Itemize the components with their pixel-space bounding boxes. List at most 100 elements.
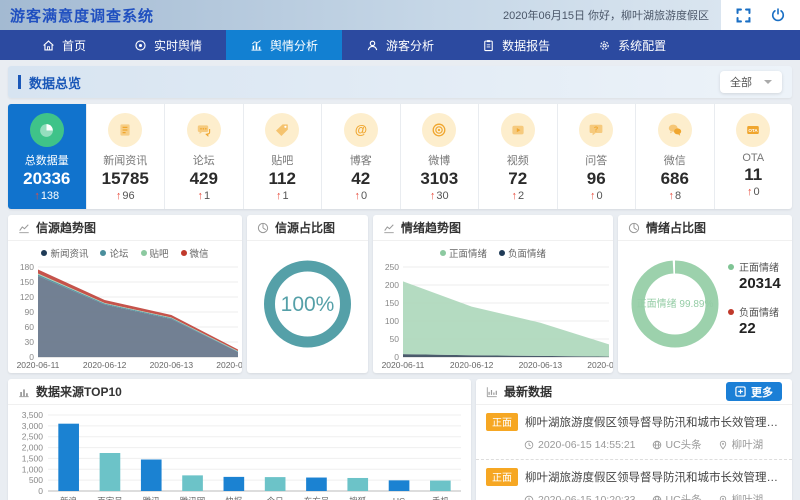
source-trend-chart: 03060901201501802020-06-112020-06-122020… — [8, 259, 242, 371]
ota-icon: OTA — [736, 113, 770, 147]
legend-label: 论坛 — [109, 246, 128, 260]
legend-dot-icon — [728, 264, 734, 270]
filter-value: 全部 — [730, 74, 752, 90]
nav-item-realtime[interactable]: 实时舆情 — [110, 30, 226, 60]
top10-chart: 05001,0001,5002,0002,5003,0003,500新浪微博百家… — [8, 405, 471, 500]
stat-delta: ↑0 — [590, 190, 603, 202]
filter-dropdown[interactable]: 全部 — [720, 71, 782, 93]
stat-delta: ↑8 — [668, 190, 681, 202]
globe-icon — [652, 439, 662, 451]
latest-item-title[interactable]: 柳叶湖旅游度假区领导督导防汛和城市长效管理工作 — [525, 469, 782, 485]
stat-delta: ↑0 — [354, 190, 367, 202]
top10-panel: 数据来源TOP10 05001,0001,5002,0002,5003,0003… — [8, 379, 471, 500]
gear-icon — [598, 39, 611, 52]
svg-text:1,500: 1,500 — [22, 453, 44, 463]
svg-text:?: ? — [594, 125, 599, 134]
sentiment-share-legend: 正面情绪20314负面情绪22 — [728, 259, 781, 349]
fullscreen-icon[interactable] — [735, 7, 752, 24]
svg-text:手机: 手机 — [432, 496, 450, 500]
svg-text:180: 180 — [20, 262, 34, 272]
stat-value: 112 — [269, 169, 296, 189]
main-content: 数据总览 全部 总数据量20336↑138新闻资讯15785↑96论坛429↑1… — [0, 60, 800, 500]
sentiment-trend-panel: 情绪趋势图 正面情绪负面情绪 0501001502002502020-06-11… — [373, 215, 613, 373]
latest-item[interactable]: 正面柳叶湖旅游度假区领导督导防汛和城市长效管理工作2020-06-15 14:5… — [476, 405, 792, 460]
svg-text:OTA: OTA — [749, 128, 759, 133]
stat-label: 微信 — [664, 152, 686, 168]
svg-text:快报: 快报 — [225, 496, 243, 500]
legend-item[interactable]: 微信 — [181, 246, 209, 259]
nav-item-visitor[interactable]: 游客分析 — [342, 30, 458, 60]
up-arrow-icon: ↑ — [511, 190, 517, 202]
accent-bar — [18, 75, 21, 89]
legend-item[interactable]: 负面情绪 — [499, 246, 546, 259]
stat-card-blog[interactable]: @博客42↑0 — [322, 104, 401, 209]
stat-delta-value: 1 — [282, 190, 288, 202]
sentiment-trend-chart: 0501001502002502020-06-112020-06-122020-… — [373, 259, 613, 371]
stat-card-qa[interactable]: ?问答96↑0 — [558, 104, 637, 209]
stat-value: 96 — [587, 169, 606, 189]
stat-delta-value: 30 — [436, 190, 448, 202]
news-icon — [108, 113, 142, 147]
nav-item-home[interactable]: 首页 — [18, 30, 110, 60]
up-arrow-icon: ↑ — [747, 186, 753, 198]
svg-text:2,500: 2,500 — [22, 432, 44, 442]
wechat-icon — [658, 113, 692, 147]
nav-item-label: 游客分析 — [386, 37, 434, 54]
up-arrow-icon: ↑ — [668, 190, 674, 202]
latest-list: 正面柳叶湖旅游度假区领导督导防汛和城市长效管理工作2020-06-15 14:5… — [476, 405, 792, 500]
user-icon — [366, 39, 379, 52]
trend-icon — [383, 221, 395, 235]
stat-value: 429 — [190, 169, 218, 189]
topbar-icon-group — [721, 0, 800, 30]
legend-label: 微信 — [190, 246, 209, 260]
video-icon — [501, 113, 535, 147]
svg-text:3,000: 3,000 — [22, 421, 44, 431]
stat-card-total[interactable]: 总数据量20336↑138 — [8, 104, 87, 209]
nav-item-config[interactable]: 系统配置 — [574, 30, 690, 60]
stat-card-ota[interactable]: OTAOTA11↑0 — [715, 104, 793, 209]
sentiment-legend-label: 正面情绪 — [739, 259, 779, 274]
svg-text:200: 200 — [385, 280, 399, 290]
source-share-chart: 100% — [247, 241, 368, 367]
svg-text:2020-06-11: 2020-06-11 — [382, 360, 425, 370]
stat-delta-value: 2 — [518, 190, 524, 202]
latest-title: 最新数据 — [504, 383, 552, 400]
stat-card-forum[interactable]: 论坛429↑1 — [165, 104, 244, 209]
stat-delta-value: 8 — [675, 190, 681, 202]
stat-delta: ↑1 — [276, 190, 289, 202]
charts-row: 信源趋势图 新闻资讯论坛贴吧微信 03060901201501802020-06… — [8, 215, 792, 373]
nav-item-label: 实时舆情 — [154, 37, 202, 54]
plus-icon — [735, 386, 746, 397]
svg-text:100: 100 — [385, 316, 399, 326]
stat-label: OTA — [742, 152, 764, 164]
up-arrow-icon: ↑ — [34, 190, 40, 202]
stat-label: 博客 — [350, 152, 372, 168]
legend-item[interactable]: 新闻资讯 — [41, 246, 88, 259]
power-icon[interactable] — [770, 7, 786, 23]
chart-icon — [250, 39, 263, 52]
stat-card-tieba[interactable]: 贴吧112↑1 — [244, 104, 323, 209]
svg-text:2020-06-13: 2020-06-13 — [150, 360, 194, 370]
legend-item[interactable]: 论坛 — [100, 246, 128, 259]
svg-text:500: 500 — [29, 475, 43, 485]
stat-card-wechat[interactable]: 微信686↑8 — [636, 104, 715, 209]
topbar-right: 2020年06月15日 你好，柳叶湖旅游度假区 — [503, 0, 800, 30]
legend-item[interactable]: 贴吧 — [141, 246, 169, 259]
nav-item-report[interactable]: 数据报告 — [458, 30, 574, 60]
latest-item-title[interactable]: 柳叶湖旅游度假区领导督导防汛和城市长效管理工作 — [525, 414, 782, 430]
nav-item-analysis[interactable]: 舆情分析 — [226, 30, 342, 60]
legend-dot-icon — [440, 250, 446, 256]
svg-text:30: 30 — [25, 337, 35, 347]
legend-dot-icon — [181, 250, 187, 256]
stat-value: 3103 — [420, 169, 458, 189]
more-button[interactable]: 更多 — [726, 382, 782, 401]
stat-card-video[interactable]: 视频72↑2 — [479, 104, 558, 209]
stat-delta-value: 1 — [204, 190, 210, 202]
svg-text:2020-06-14: 2020-06-14 — [587, 360, 613, 370]
stat-card-weibo[interactable]: 微博3103↑30 — [401, 104, 480, 209]
legend-dot-icon — [141, 250, 147, 256]
svg-text:2020-06-11: 2020-06-11 — [17, 360, 60, 370]
stat-card-news[interactable]: 新闻资讯15785↑96 — [87, 104, 166, 209]
legend-item[interactable]: 正面情绪 — [440, 246, 487, 259]
latest-item[interactable]: 正面柳叶湖旅游度假区领导督导防汛和城市长效管理工作2020-06-15 10:2… — [476, 460, 792, 500]
